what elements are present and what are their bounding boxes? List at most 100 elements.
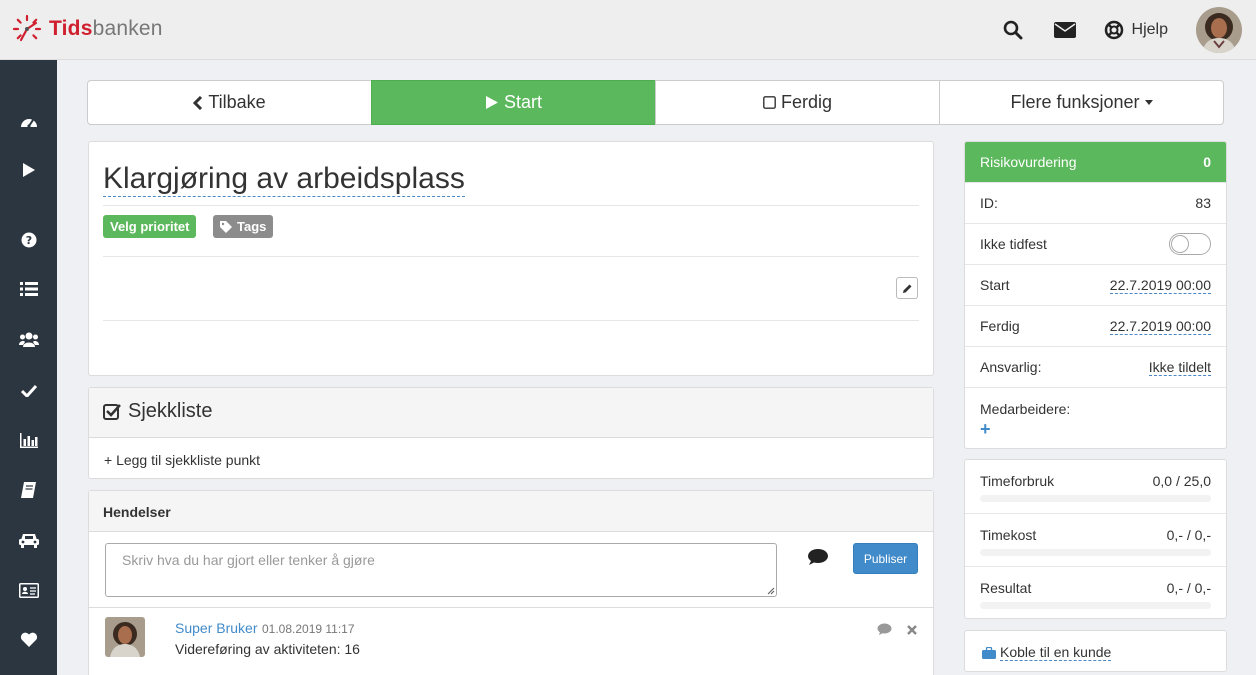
details-panel: Risikovurdering 0 ID: 83 Ikke tidfest St… [964,141,1227,449]
checklist-title: Sjekkliste [128,400,213,422]
search-icon[interactable] [1002,19,1024,41]
coworkers-label: Medarbeidere: [980,401,1071,417]
post-text: Videreføring av aktiviteten: 16 [175,641,360,657]
risk-count: 0 [1203,154,1211,170]
bar-chart-icon [19,432,38,448]
id-value: 83 [1195,195,1211,211]
reply-icon[interactable] [877,622,892,638]
post-avatar [105,617,145,657]
sidebar-item-dashboard[interactable] [0,101,57,141]
divider [103,256,919,257]
priority-label: Velg prioritet [110,219,190,234]
done-button[interactable]: Ferdig [655,80,940,125]
time-usage-row: Timeforbruk 0,0 / 25,0 [965,460,1226,513]
sidebar-item-tasks[interactable] [0,370,57,410]
end-label: Ferdig [980,318,1020,334]
add-coworker-button[interactable]: + [980,420,991,438]
list-icon [19,282,38,296]
post-timestamp: 01.08.2019 11:17 [262,622,355,636]
sidebar-item-docs[interactable] [0,470,57,510]
start-button[interactable]: Start [371,80,656,125]
back-label: Tilbake [208,92,266,112]
end-date[interactable]: 22.7.2019 00:00 [1109,318,1211,335]
sidebar-item-vehicles[interactable] [0,520,57,560]
unscheduled-label: Ikke tidfest [980,236,1047,252]
logo-mark-icon [12,14,42,44]
checklist-panel: Sjekkliste + Legg til sjekkliste punkt [88,387,934,479]
start-label: Start [503,92,542,112]
help-button[interactable]: Hjelp [1104,20,1168,40]
sidebar-item-help[interactable]: ? [0,220,57,260]
unscheduled-toggle[interactable] [1169,233,1211,255]
time-usage-label: Timeforbruk [980,473,1055,489]
task-title[interactable]: Klargjøring av arbeidsplass [103,162,465,197]
id-card-icon [18,582,39,598]
divider [103,320,919,321]
risk-assessment-header[interactable]: Risikovurdering 0 [965,142,1226,182]
time-usage-progress [980,495,1211,502]
start-date[interactable]: 22.7.2019 00:00 [1109,277,1211,294]
time-cost-label: Timekost [980,527,1037,543]
divider [89,607,933,608]
customer-panel: Koble til en kunde [964,630,1227,672]
comment-type-icon[interactable] [807,548,829,569]
time-panel: Timeforbruk 0,0 / 25,0 Timekost 0,- / 0,- … [964,459,1227,619]
end-row: Ferdig 22.7.2019 00:00 [965,305,1226,346]
checkbox-icon [763,96,776,109]
responsible-label: Ansvarlig: [980,359,1042,375]
more-label: Flere funksjoner [1010,92,1140,112]
sidebar-item-contacts[interactable] [0,570,57,610]
link-customer-label: Koble til en kunde [1000,644,1112,661]
tag-icon [220,220,232,233]
responsible-value[interactable]: Ikke tildelt [1148,359,1211,376]
logo-brand-suffix: banken [92,17,163,40]
tags-badge[interactable]: Tags [213,215,274,238]
comment-input[interactable] [105,543,777,597]
more-functions-dropdown[interactable]: Flere funksjoner [939,80,1224,125]
heart-icon [20,632,37,647]
mail-icon[interactable] [1053,19,1076,41]
delete-post-icon[interactable] [907,622,917,638]
tags-label: Tags [237,219,267,234]
time-cost-row: Timekost 0,- / 0,- [965,513,1226,566]
top-bar: Tidsbanken Hjelp [0,0,1256,60]
caret-down-icon [1144,100,1153,105]
sidebar: ? [0,60,57,675]
post-author[interactable]: Super Bruker [175,620,257,636]
check-icon [20,384,37,397]
time-cost-progress [980,549,1211,556]
users-icon [18,332,39,347]
add-checklist-item[interactable]: + Legg til sjekkliste punkt [104,452,260,468]
checkbox-checked-icon [103,403,121,420]
car-icon [18,534,39,548]
publish-button[interactable]: Publiser [853,543,918,574]
chevron-left-icon [193,95,203,110]
checklist-header: Sjekkliste [89,388,933,438]
sidebar-item-start[interactable] [0,150,57,190]
back-button[interactable]: Tilbake [87,80,372,125]
play-icon [485,96,498,109]
events-title: Hendelser [103,504,171,520]
sidebar-item-users[interactable] [0,319,57,359]
toggle-knob [1171,235,1189,253]
divider [103,205,919,206]
start-label: Start [980,277,1010,293]
resize-grip-icon[interactable] [767,587,775,595]
user-avatar[interactable] [1196,7,1242,53]
priority-badge[interactable]: Velg prioritet [103,215,197,238]
pencil-icon [902,284,911,293]
sidebar-item-reports[interactable] [0,420,57,460]
question-icon: ? [21,232,36,248]
id-label: ID: [980,195,998,211]
risk-label: Risikovurdering [980,154,1077,170]
edit-description-button[interactable] [896,277,918,299]
id-row: ID: 83 [965,182,1226,223]
sidebar-item-favorites[interactable] [0,620,57,660]
result-row: Resultat 0,- / 0,- [965,566,1226,619]
sidebar-item-list[interactable] [0,269,57,309]
logo[interactable]: Tidsbanken [12,14,163,44]
link-customer-button[interactable]: Koble til en kunde [982,644,1112,661]
briefcase-icon [982,646,996,659]
result-value: 0,- / 0,- [1166,580,1211,596]
events-header: Hendelser [89,491,933,532]
